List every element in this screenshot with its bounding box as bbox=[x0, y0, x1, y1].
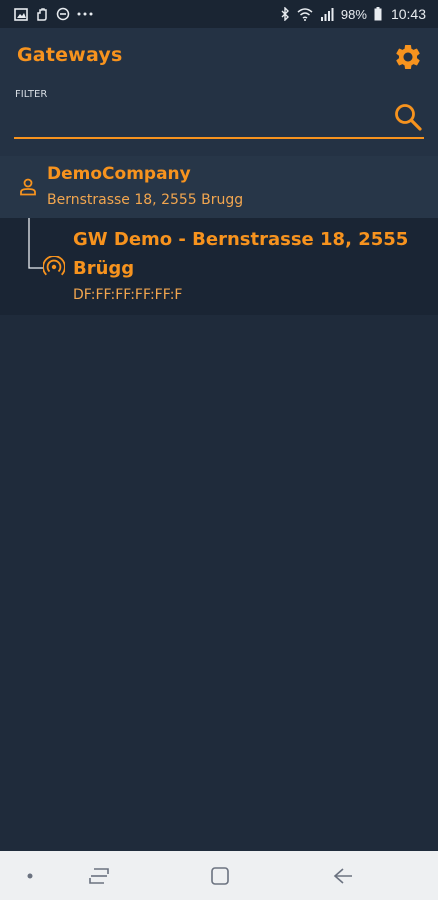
filter-label: FILTER bbox=[15, 89, 48, 100]
gateway-signal-icon bbox=[43, 256, 65, 276]
wifi-icon bbox=[297, 7, 313, 21]
person-icon bbox=[20, 178, 36, 196]
home-icon bbox=[211, 867, 229, 885]
recents-icon bbox=[89, 868, 109, 884]
nav-dot-button[interactable] bbox=[22, 863, 38, 889]
battery-icon bbox=[374, 7, 382, 21]
recents-button[interactable] bbox=[86, 863, 112, 889]
hand-icon bbox=[35, 7, 49, 21]
back-button[interactable] bbox=[330, 863, 356, 889]
back-icon bbox=[333, 868, 352, 884]
battery-percent: 98% bbox=[340, 6, 367, 22]
gateway-name: GW Demo - Bernstrasse 18, 2555 Brügg bbox=[73, 229, 409, 279]
filter-underline bbox=[14, 137, 424, 139]
company-row[interactable]: DemoCompany Bernstrasse 18, 2555 Brugg bbox=[0, 156, 438, 218]
gear-icon bbox=[396, 44, 420, 69]
filter-input[interactable] bbox=[14, 104, 384, 134]
settings-button[interactable] bbox=[391, 40, 425, 74]
status-right: 98% 10:43 bbox=[281, 6, 426, 22]
do-not-disturb-icon bbox=[56, 7, 70, 21]
gateway-row[interactable]: GW Demo - Bernstrasse 18, 2555 Brügg DF:… bbox=[0, 218, 438, 315]
bluetooth-icon bbox=[281, 7, 290, 21]
app-header: Gateways FILTER bbox=[0, 28, 438, 156]
status-bar: 98% 10:43 bbox=[0, 0, 438, 28]
dot-icon bbox=[27, 873, 33, 879]
search-button[interactable] bbox=[391, 100, 425, 134]
clock: 10:43 bbox=[390, 6, 426, 22]
image-icon bbox=[14, 7, 28, 21]
page-title: Gateways bbox=[17, 44, 123, 66]
gateway-mac-address: DF:FF:FF:FF:FF:F bbox=[73, 287, 183, 303]
search-icon bbox=[395, 104, 422, 131]
home-button[interactable] bbox=[207, 863, 233, 889]
company-name: DemoCompany bbox=[47, 164, 191, 184]
status-left bbox=[14, 7, 93, 21]
signal-icon bbox=[320, 7, 334, 21]
company-address: Bernstrasse 18, 2555 Brugg bbox=[47, 192, 244, 208]
navigation-bar bbox=[0, 851, 438, 900]
more-dots-icon bbox=[77, 12, 93, 16]
